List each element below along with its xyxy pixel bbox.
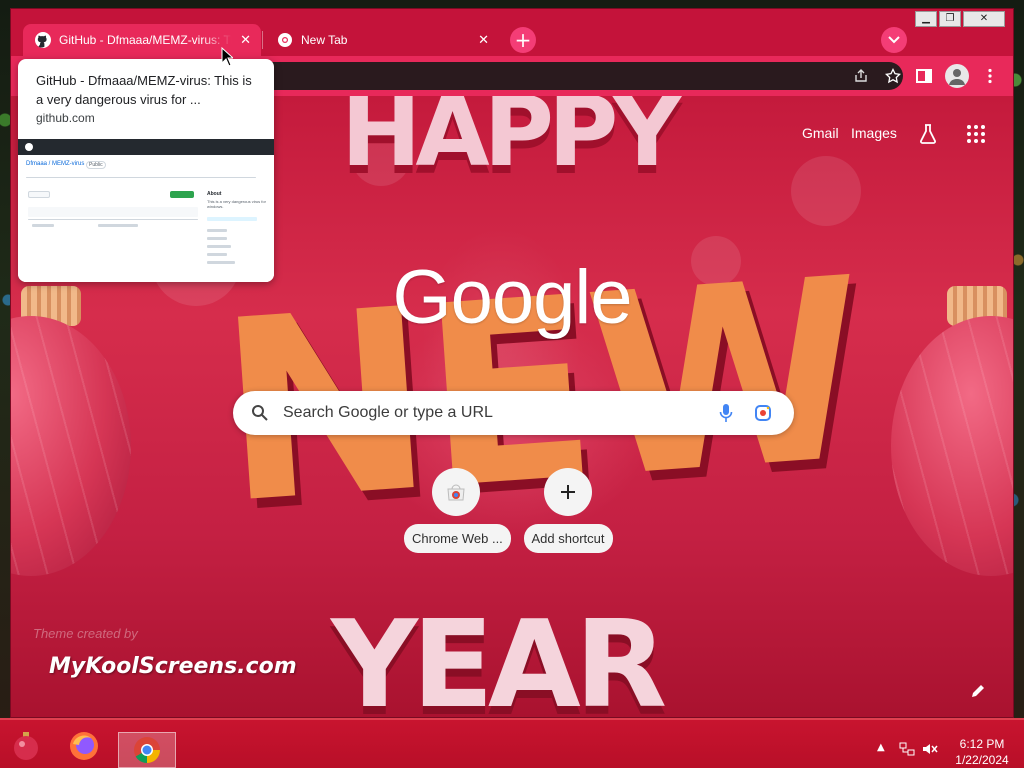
preview-sidebar-line [207,245,231,248]
start-ornament-icon[interactable] [10,730,42,762]
tab-hover-card: GitHub - Dfmaaa/MEMZ-virus: This is a ve… [18,59,274,282]
github-icon [35,32,51,48]
chrome-icon [134,737,160,764]
preview-visibility: Public [86,161,106,169]
plus-icon [561,485,575,499]
google-lens-icon[interactable] [754,404,772,422]
chrome-icon [277,32,293,48]
tab-title: GitHub - Dfmaaa/MEMZ-virus: Th [59,33,233,47]
github-icon [25,143,33,151]
firefox-icon[interactable] [68,730,100,762]
tab-new-tab[interactable]: New Tab ✕ [265,24,499,56]
search-input[interactable] [283,391,703,435]
close-tab-icon[interactable]: ✕ [240,33,251,48]
theme-site-link[interactable]: MyKoolScreens.com [49,654,297,679]
preview-sidebar-line [207,261,235,264]
close-tab-icon[interactable]: ✕ [478,33,489,48]
preview-code-button [170,191,194,198]
kebab-menu-icon[interactable] [981,67,999,85]
side-panel-icon[interactable] [915,67,933,85]
year-decoration: YEAR [331,596,667,718]
preview-divider [28,219,198,220]
tab-search-button[interactable] [881,27,907,53]
shortcut-chrome-web-store[interactable]: Chrome Web ... [404,468,511,553]
chevron-down-icon [888,36,900,44]
search-icon [252,405,268,421]
preview-file-row [32,224,54,227]
browser-window: ▁ ❐ ✕ GitHub - Dfmaaa/MEMZ-virus: Th ✕ N… [10,8,1014,718]
preview-divider [26,177,256,178]
shortcut-label: Chrome Web ... [404,524,511,553]
preview-repo: Dfmaaa / MEMZ-virus [26,161,85,167]
preview-about-heading: About [207,191,222,197]
network-icon[interactable] [899,742,915,756]
share-icon[interactable] [853,68,869,84]
ornament-left [11,316,131,576]
shortcut-tile [544,468,592,516]
preview-topics [207,217,257,221]
preview-branch-button [28,191,50,198]
address-bar[interactable] [241,62,903,90]
pencil-icon[interactable] [969,682,987,700]
images-link[interactable]: Images [851,125,897,141]
gmail-link[interactable]: Gmail [802,125,839,141]
hover-card-domain: github.com [36,111,95,125]
shortcut-label: Add shortcut [523,524,613,553]
preview-file-row [98,224,138,227]
happy-decoration: HAPPY [341,96,682,188]
system-clock[interactable]: 6:12 PM 1/22/2024 [948,736,1016,768]
preview-about-text: This is a very dangerous virus for windo… [207,199,266,209]
theme-credit: Theme created by [33,626,138,641]
microphone-icon[interactable] [719,403,733,423]
new-tab-button[interactable]: + [510,27,536,53]
preview-sidebar-line [207,253,227,256]
chrome-webstore-icon [447,484,465,501]
tab-strip: GitHub - Dfmaaa/MEMZ-virus: Th ✕ New Tab… [11,9,1013,56]
preview-sidebar-line [207,229,227,232]
volume-muted-icon[interactable] [922,742,938,756]
star-icon[interactable] [885,68,901,84]
profile-avatar[interactable] [945,64,969,88]
shortcut-add[interactable]: Add shortcut [516,468,620,553]
tab-title: New Tab [301,33,348,47]
preview-file-row [28,207,198,217]
taskbar-chrome-button[interactable] [118,732,176,768]
tab-separator [262,31,263,49]
preview-sidebar-line [207,237,227,240]
person-icon [949,69,965,85]
hover-card-title: GitHub - Dfmaaa/MEMZ-virus: This is a ve… [36,73,252,107]
clock-time: 6:12 PM [959,737,1005,751]
mouse-cursor-icon [221,47,233,67]
apps-grid-icon[interactable] [964,122,988,146]
hover-card-preview: Dfmaaa / MEMZ-virus Public About This is… [18,139,274,282]
labs-flask-icon[interactable] [916,122,940,146]
search-box[interactable] [233,391,794,435]
taskbar: ▲ 6:12 PM 1/22/2024 [0,718,1024,768]
ornament-right [891,316,1013,576]
shortcut-tile [432,468,480,516]
show-hidden-icons-icon[interactable]: ▲ [877,742,885,753]
preview-header [18,139,274,155]
bokeh-light [791,156,861,226]
clock-date: 1/22/2024 [955,753,1009,767]
